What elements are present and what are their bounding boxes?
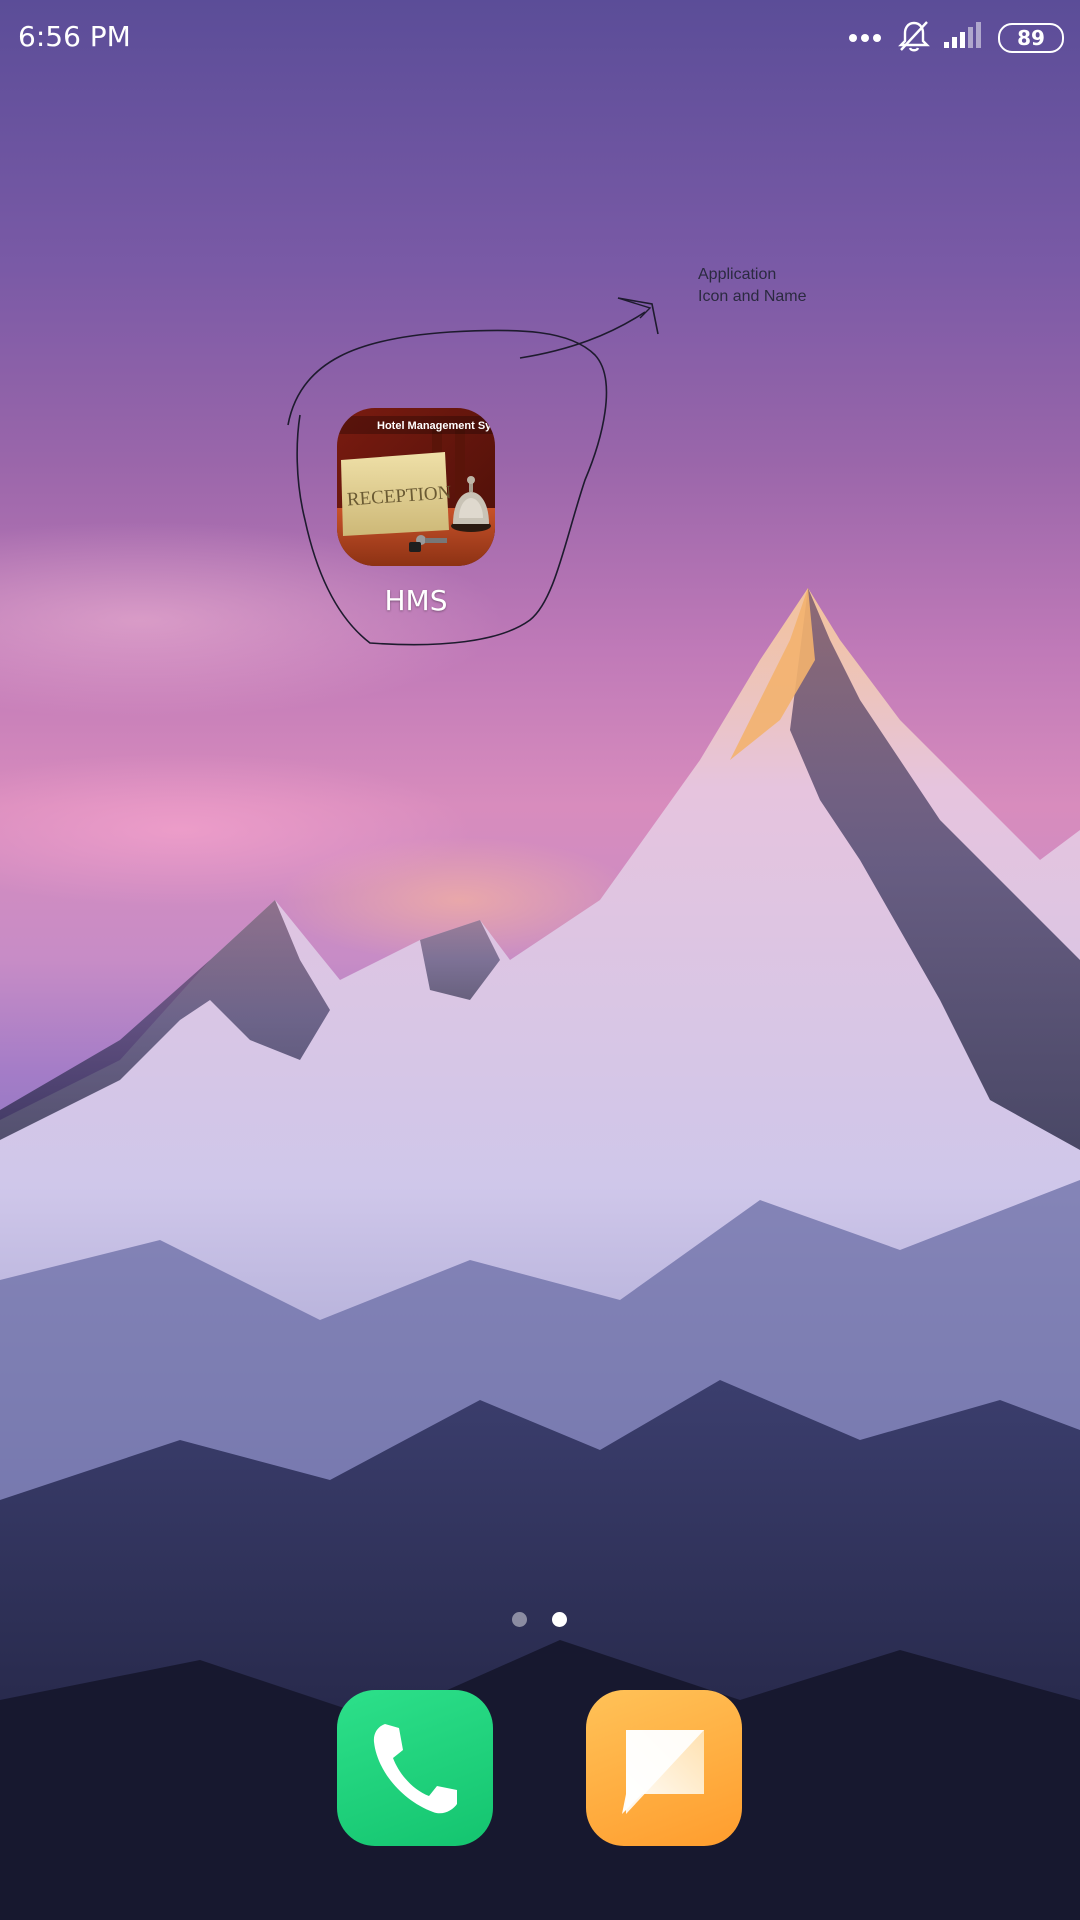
signal-icon	[944, 22, 984, 54]
hms-app-icon[interactable]: Hotel Management Sys RECEPTION	[337, 408, 495, 566]
battery-icon: 89	[998, 23, 1064, 53]
annotation-line-1: Application	[698, 266, 777, 283]
app-label-hms[interactable]: HMS	[326, 584, 506, 617]
page-dot-2-active[interactable]	[552, 1612, 567, 1627]
page-dot-1[interactable]	[512, 1612, 527, 1627]
hms-banner-text: Hotel Management Sys	[377, 420, 495, 432]
status-icons: 89	[848, 18, 1064, 58]
status-time: 6:56 PM	[18, 20, 131, 53]
mountain-wallpaper-image	[0, 588, 1080, 1920]
annotation-label: Application Icon and Name	[698, 264, 898, 308]
phone-icon	[337, 1690, 493, 1846]
messages-app-button[interactable]	[586, 1690, 742, 1846]
annotation-line-2: Icon and Name	[698, 288, 807, 305]
page-indicator	[510, 1610, 570, 1630]
phone-app-button[interactable]	[337, 1690, 493, 1846]
status-bar: 6:56 PM 89	[0, 0, 1080, 80]
messages-icon	[586, 1690, 742, 1846]
bell-muted-icon	[898, 19, 930, 57]
more-dots-icon	[848, 29, 882, 48]
